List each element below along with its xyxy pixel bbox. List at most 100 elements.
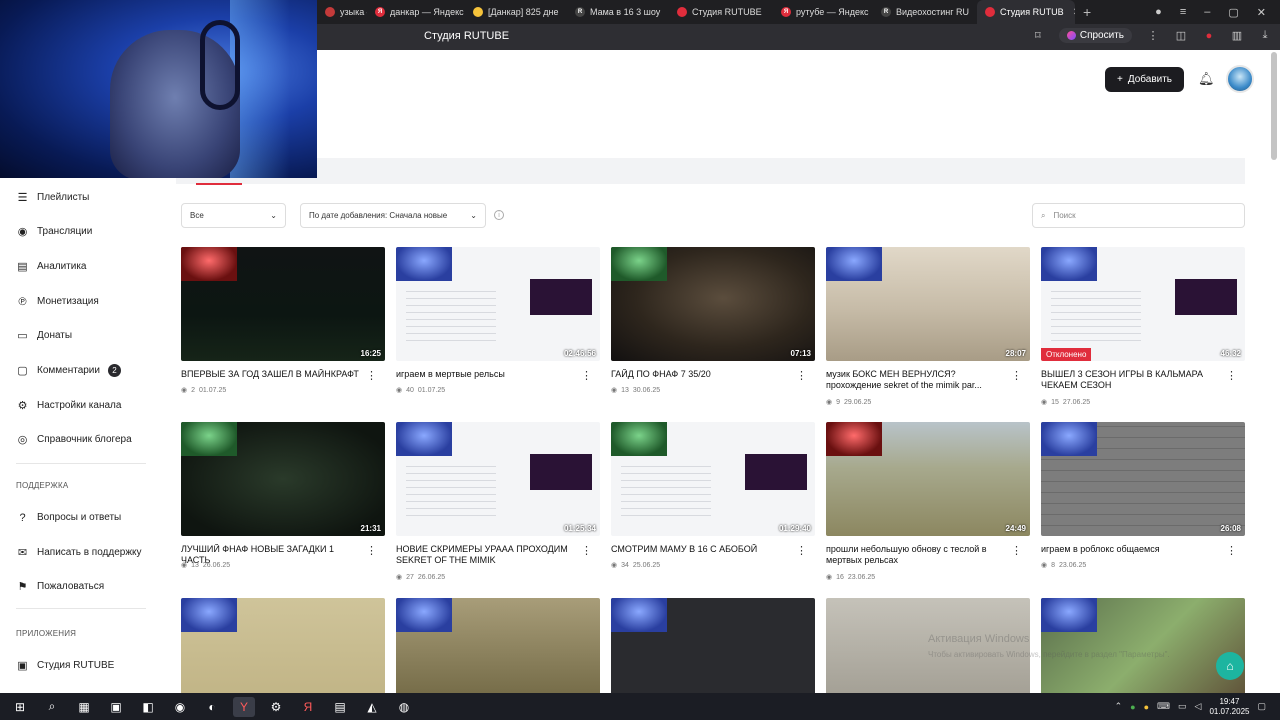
sidebar-item-comments[interactable]: ▢ Комментарии 2	[16, 364, 121, 377]
video-more-menu-icon[interactable]: ⋮	[1226, 546, 1237, 557]
sidebar-item-monetization[interactable]: ℗ Монетизация	[16, 295, 98, 308]
search-input[interactable]: ⌕ Поиск	[1032, 203, 1245, 228]
notifications-bell-icon[interactable]: 🔔︎	[1198, 71, 1215, 87]
add-video-button[interactable]: + Добавить	[1105, 67, 1184, 92]
video-thumbnail[interactable]: 02:46:56	[396, 247, 600, 361]
video-title[interactable]: ВЫШЕЛ 3 СЕЗОН ИГРЫ В КАЛЬМАРА ЧЕКАЕМ СЕЗ…	[1041, 369, 1225, 391]
video-card[interactable]: 07:13 ГАЙД ПО ФНАФ 7 35/20 ◉ 13 30.06.25 ⋮	[611, 247, 815, 394]
taskbar-app-icon[interactable]: ◉	[169, 697, 191, 717]
video-more-menu-icon[interactable]: ⋮	[581, 371, 592, 382]
browser-tab[interactable]: Ярутубе — Яндекс	[773, 0, 873, 24]
video-card[interactable]: 16:25 ВПЕРВЫЕ ЗА ГОД ЗАШЕЛ В МАЙНКРАФТ ◉ 2 0…	[181, 247, 385, 394]
sidebar-item-studio-app[interactable]: ▣ Студия RUTUBE	[16, 659, 114, 672]
extension-icon[interactable]: ◫	[1174, 29, 1188, 43]
sort-select[interactable]: По дате добавления: Сначала новые ⌄	[300, 203, 486, 228]
minimize-icon[interactable]: –	[1204, 6, 1210, 18]
video-card[interactable]: 01:25:34 НОВИЕ СКРИМЕРЫ УРААА ПРОХОДИМ SE…	[396, 422, 600, 581]
sidebar-item-blogger-guide[interactable]: ◎ Справочник блогера	[16, 433, 132, 446]
video-more-menu-icon[interactable]: ⋮	[796, 546, 807, 557]
video-title[interactable]: прошли небольшую обнову с теслой в мертв…	[826, 544, 1010, 566]
taskbar-app-icon[interactable]: Я	[297, 697, 319, 717]
sidebar-item-write-support[interactable]: ✉ Написать в поддержку	[16, 546, 142, 559]
taskbar-app-icon[interactable]: ◭	[361, 697, 383, 717]
bookmark-icon[interactable]: ⌑	[1031, 29, 1045, 43]
video-thumbnail[interactable]: 01:29:40	[611, 422, 815, 536]
taskbar-app-icon[interactable]: ▤	[329, 697, 351, 717]
taskbar-app-icon[interactable]: ▦	[73, 697, 95, 717]
more-icon[interactable]: ⋮	[1146, 29, 1160, 43]
video-more-menu-icon[interactable]: ⋮	[1226, 371, 1237, 382]
sidebar-item-complain[interactable]: ⚑ Пожаловаться	[16, 580, 105, 593]
video-thumbnail[interactable]: 26:08	[1041, 422, 1245, 536]
browser-tab[interactable]: Студия RUTUBE	[669, 0, 773, 24]
video-title[interactable]: ГАЙД ПО ФНАФ 7 35/20	[611, 369, 795, 380]
taskbar-app-icon[interactable]: ◧	[137, 697, 159, 717]
taskbar-app-icon[interactable]: Y	[233, 696, 255, 717]
tray-app-icon[interactable]: ●	[1144, 702, 1149, 712]
page-title[interactable]: Студия RUTUBE	[424, 30, 509, 42]
browser-tab[interactable]: R Мама в 16 3 шоу	[567, 0, 669, 24]
sidebar-item-channel-settings[interactable]: ⚙ Настройки канала	[16, 399, 122, 412]
record-icon[interactable]: ●	[1202, 29, 1216, 43]
sidebar-item-streams[interactable]: ◉ Трансляции	[16, 225, 93, 238]
sidebar-item-playlists[interactable]: ☰ Плейлисты	[16, 191, 90, 204]
video-title[interactable]: ВПЕРВЫЕ ЗА ГОД ЗАШЕЛ В МАЙНКРАФТ	[181, 369, 365, 380]
keyboard-icon[interactable]: ⌨	[1157, 701, 1170, 712]
video-card[interactable]: 21:31 ЛУЧШИЙ ФНАФ НОВЫЕ ЗАГАДКИ 1 ЧАСТЬ ◉ 1…	[181, 422, 385, 569]
video-more-menu-icon[interactable]: ⋮	[1011, 371, 1022, 382]
browser-tab[interactable]: Студия RUTUB✕	[977, 0, 1075, 24]
download-icon[interactable]: ⤓	[1258, 29, 1272, 43]
video-more-menu-icon[interactable]: ⋮	[1011, 546, 1022, 557]
video-thumbnail[interactable]: 46:32 Отклонено	[1041, 247, 1245, 361]
ask-button[interactable]: Спросить	[1058, 28, 1132, 43]
video-card[interactable]: 28:07 музик БОКС МЕН ВЕРНУЛСЯ? прохождени…	[826, 247, 1030, 406]
video-title[interactable]: играем в мертвые рельсы	[396, 369, 580, 380]
browser-tab[interactable]: R Видеохостинг RU	[873, 0, 977, 24]
video-title[interactable]: НОВИЕ СКРИМЕРЫ УРААА ПРОХОДИМ SEKRET OF …	[396, 544, 580, 566]
browser-tab[interactable]: Яданкар — Яндекс	[367, 0, 465, 24]
video-title[interactable]: музик БОКС МЕН ВЕРНУЛСЯ? прохождение sek…	[826, 369, 1010, 391]
network-icon[interactable]: ▭	[1178, 701, 1187, 712]
sidebar-item-analytics[interactable]: ▤ Аналитика	[16, 260, 86, 273]
profile-icon[interactable]: ●	[1155, 6, 1162, 18]
menu-icon[interactable]: ≡	[1180, 6, 1186, 18]
video-card[interactable]: 26:08 играем в роблокс общаемся ◉ 8 23.06.25…	[1041, 422, 1245, 569]
video-thumbnail[interactable]: 21:31	[181, 422, 385, 536]
video-more-menu-icon[interactable]: ⋮	[581, 546, 592, 557]
tray-app-icon[interactable]: ●	[1130, 702, 1135, 712]
video-title[interactable]: СМОТРИМ МАМУ В 16 С АБОБОЙ	[611, 544, 795, 555]
restore-icon[interactable]: ▢	[1228, 6, 1238, 19]
taskbar-app-icon[interactable]: ◐	[201, 697, 223, 717]
user-avatar[interactable]	[1226, 65, 1254, 93]
video-thumbnail[interactable]: 24:49	[826, 422, 1030, 536]
sidebar-item-faq[interactable]: ? Вопросы и ответы	[16, 511, 121, 524]
sidebar-item-donations[interactable]: ▭ Донаты	[16, 329, 72, 342]
new-tab-button[interactable]: +	[1075, 4, 1099, 20]
video-card[interactable]: 24:49 прошли небольшую обнову с теслой в …	[826, 422, 1030, 581]
status-select[interactable]: Все ⌄	[181, 203, 286, 228]
page-scrollbar[interactable]	[1271, 52, 1277, 160]
video-card[interactable]: 01:29:40 СМОТРИМ МАМУ В 16 С АБОБОЙ ◉ 34 25.…	[611, 422, 815, 569]
collections-icon[interactable]: ▥	[1230, 29, 1244, 43]
browser-tab[interactable]: узыка —	[317, 0, 367, 24]
tray-up-icon[interactable]: ⌃	[1115, 701, 1123, 712]
clock[interactable]: 19:47 01.07.2025	[1209, 697, 1249, 717]
close-window-icon[interactable]: ✕	[1257, 6, 1266, 19]
video-title[interactable]: играем в роблокс общаемся	[1041, 544, 1225, 555]
taskbar-app-icon[interactable]: ⊞	[9, 697, 31, 717]
browser-tab[interactable]: [Данкар] 825 дне	[465, 0, 567, 24]
video-more-menu-icon[interactable]: ⋮	[366, 546, 377, 557]
volume-icon[interactable]: ◁	[1195, 701, 1202, 712]
taskbar-app-icon[interactable]: ⌕	[41, 697, 63, 717]
video-thumbnail[interactable]: 16:25	[181, 247, 385, 361]
taskbar-app-icon[interactable]: ⚙	[265, 697, 287, 717]
info-icon[interactable]: i	[494, 210, 504, 220]
video-card[interactable]: 46:32 Отклонено ВЫШЕЛ 3 СЕЗОН ИГРЫ В КАЛЬМ…	[1041, 247, 1245, 406]
video-thumbnail[interactable]: 28:07	[826, 247, 1030, 361]
video-thumbnail[interactable]: 07:13	[611, 247, 815, 361]
notification-center-icon[interactable]: ▢	[1257, 701, 1266, 712]
taskbar-app-icon[interactable]: ◍	[393, 697, 415, 717]
chat-support-button[interactable]: ⌂	[1216, 652, 1244, 680]
video-more-menu-icon[interactable]: ⋮	[796, 371, 807, 382]
video-more-menu-icon[interactable]: ⋮	[366, 371, 377, 382]
